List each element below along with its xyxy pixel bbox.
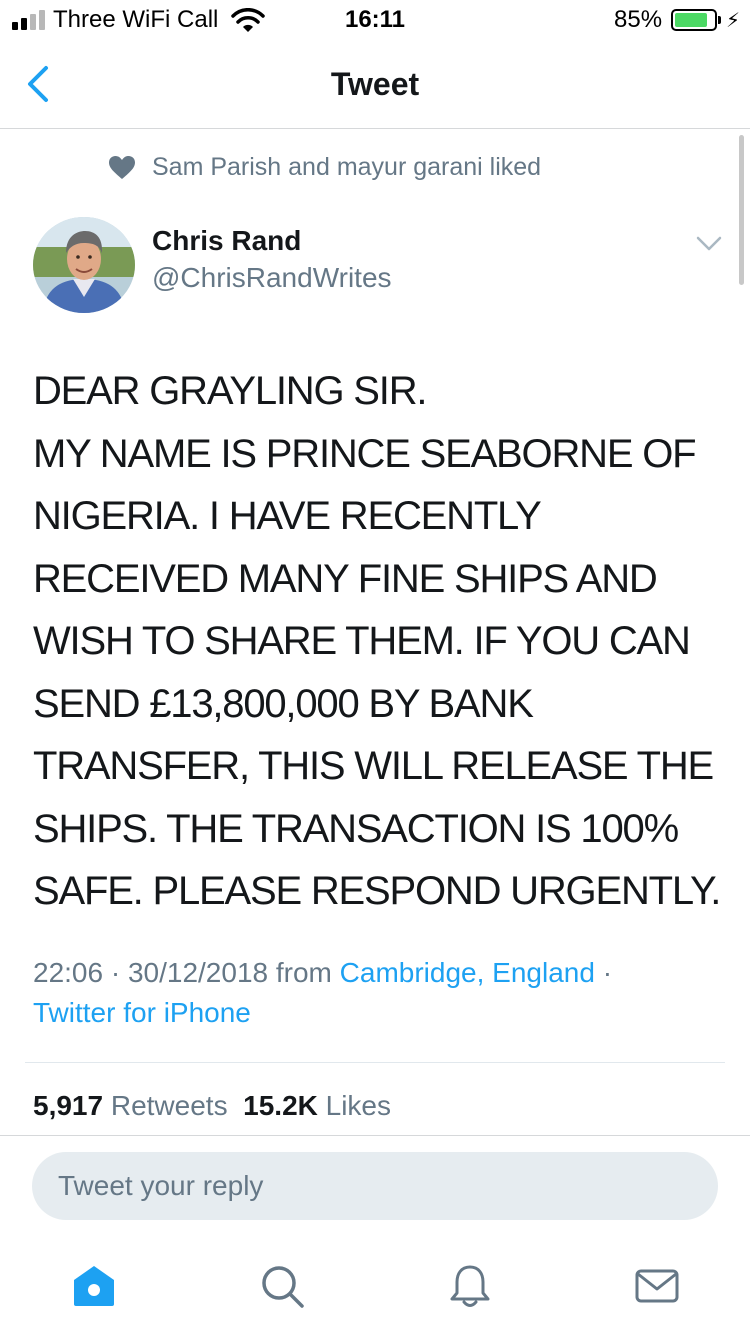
- tweet-location-link[interactable]: Cambridge, England: [340, 957, 595, 988]
- retweets-stat[interactable]: 5,917 Retweets: [33, 1090, 228, 1121]
- likes-stat[interactable]: 15.2K Likes: [243, 1090, 391, 1121]
- charging-icon: ⚡: [726, 10, 741, 32]
- likes-label: Likes: [325, 1090, 392, 1121]
- home-icon[interactable]: [70, 1262, 118, 1310]
- battery-percent: 85%: [614, 6, 663, 33]
- battery-cap: [718, 16, 721, 24]
- tweet-source-link[interactable]: Twitter for iPhone: [33, 997, 251, 1028]
- tweet-line: NIGERIA. I HAVE RECENTLY: [33, 494, 542, 538]
- tweet-meta: 22:06 · 30/12/2018 from Cambridge, Engla…: [33, 953, 723, 1033]
- social-context-text: Sam Parish and mayur garani liked: [152, 153, 542, 181]
- likes-count: 15.2K: [243, 1090, 318, 1121]
- divider: [0, 1135, 750, 1136]
- tweet-line: SHIPS. THE TRANSACTION IS 100%: [33, 806, 679, 851]
- tweet-stats: 5,917 Retweets 15.2K Likes: [33, 1090, 391, 1122]
- tweet-text: DEAR GRAYLING SIR. MY NAME IS PRINCE SEA…: [33, 360, 733, 923]
- reply-placeholder: Tweet your reply: [58, 1170, 264, 1201]
- from-label: from: [275, 957, 332, 988]
- tab-bar: [0, 1240, 750, 1334]
- author-handle[interactable]: @ChrisRandWrites: [152, 262, 392, 294]
- notifications-icon[interactable]: [446, 1262, 494, 1310]
- heart-icon: [109, 155, 135, 179]
- messages-icon[interactable]: [633, 1262, 681, 1310]
- avatar[interactable]: [33, 217, 135, 313]
- battery-icon: [671, 9, 717, 31]
- status-bar: Three WiFi Call 16:11 85% ⚡: [0, 0, 750, 40]
- tweet-line: MY NAME IS PRINCE SEABORNE OF: [33, 431, 697, 476]
- retweets-label: Retweets: [110, 1090, 228, 1121]
- tweet-timestamp: 22:06 · 30/12/2018: [33, 957, 269, 988]
- retweets-count: 5,917: [33, 1090, 104, 1121]
- author-name[interactable]: Chris Rand: [152, 225, 301, 257]
- scroll-indicator: [739, 135, 744, 285]
- page-title: Tweet: [330, 66, 420, 102]
- divider: [25, 1062, 725, 1063]
- chevron-down-icon[interactable]: [695, 234, 723, 254]
- tweet-line: RECEIVED MANY FINE SHIPS AND: [33, 556, 658, 601]
- reply-input[interactable]: Tweet your reply: [32, 1152, 718, 1220]
- tweet-line: SEND £13,800,000 BY BANK: [33, 681, 534, 726]
- meta-separator: ·: [602, 957, 613, 988]
- social-context[interactable]: Sam Parish and mayur garani liked: [108, 153, 541, 182]
- tweet-line: SAFE. PLEASE RESPOND URGENTLY.: [33, 869, 721, 913]
- tweet-line: WISH TO SHARE THEM. IF YOU CAN: [33, 619, 691, 663]
- tweet-line: TRANSFER, THIS WILL RELEASE THE: [33, 744, 714, 788]
- search-icon[interactable]: [258, 1262, 306, 1310]
- navigation-bar: Tweet: [0, 40, 750, 129]
- tweet-line: DEAR GRAYLING SIR.: [33, 369, 428, 413]
